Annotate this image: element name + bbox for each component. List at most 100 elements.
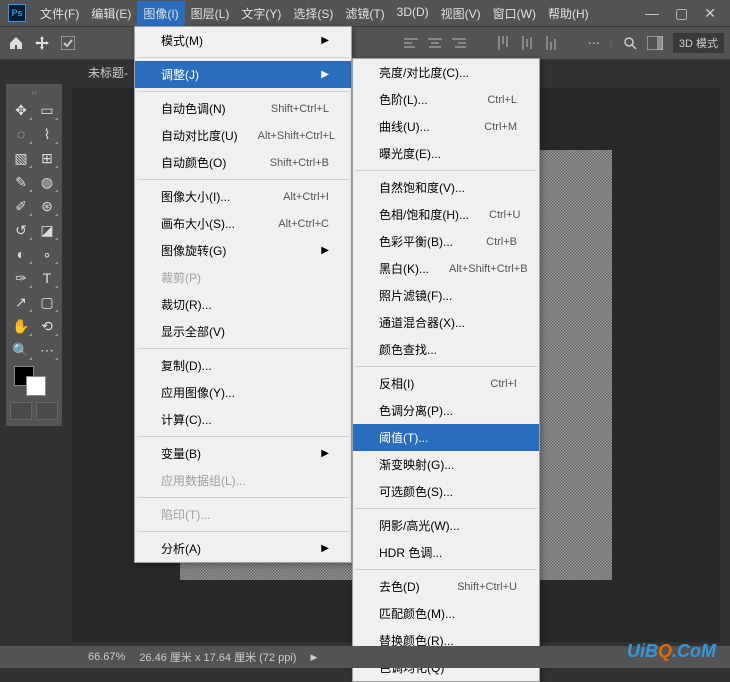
adjust-menu-item-23[interactable]: 匹配颜色(M)... [353,600,539,627]
color-swatches[interactable] [8,362,60,400]
crop-tool[interactable]: ▧ [8,146,34,170]
menu-文件[interactable]: 文件(F) [34,1,85,26]
adjust-menu-item-9[interactable]: 照片滤镜(F)... [353,282,539,309]
adjust-menu-item-16[interactable]: 渐变映射(G)... [353,451,539,478]
image-menu-item-17[interactable]: 计算(C)... [135,406,351,433]
path-tool[interactable]: ↗ [8,290,34,314]
artboard-tool[interactable]: ▭ [34,98,60,122]
align-middle-icon[interactable] [520,36,534,50]
adjust-menu-item-0[interactable]: 亮度/对比度(C)... [353,59,539,86]
eyedropper-tool[interactable]: ✎ [8,170,34,194]
gradient-tool[interactable]: ◐ [8,242,34,266]
maximize-button[interactable]: ▢ [675,5,688,22]
hand-tool[interactable]: ✋ [8,314,34,338]
lasso-tool[interactable]: ⌇ [34,122,60,146]
image-menu-item-8[interactable]: 图像大小(I)...Alt+Ctrl+I [135,183,351,210]
minimize-button[interactable]: — [645,5,659,22]
menu-滤镜[interactable]: 滤镜(T) [339,1,390,26]
menu-3d[interactable]: 3D(D) [391,1,435,26]
zoom-level[interactable]: 66.67% [88,651,125,663]
menu-选择[interactable]: 选择(S) [287,1,339,26]
image-menu-item-label: 裁剪(P) [161,269,329,286]
align-right-icon[interactable] [452,36,466,50]
adjust-menu-item-label: 通道混合器(X)... [379,314,517,331]
history-tool[interactable]: ↺ [8,218,34,242]
adjust-menu-item-1[interactable]: 色阶(L)...Ctrl+L [353,86,539,113]
patch-tool[interactable]: ◍ [34,170,60,194]
adjust-menu-item-3[interactable]: 曝光度(E)... [353,140,539,167]
quickmask-button[interactable] [10,402,32,420]
adjust-menu-item-14[interactable]: 色调分离(P)... [353,397,539,424]
menu-图层[interactable]: 图层(L) [185,1,236,26]
image-menu-item-2[interactable]: 调整(J)▶ [135,61,351,88]
adjust-menu-item-6[interactable]: 色相/饱和度(H)...Ctrl+U [353,201,539,228]
menu-文字[interactable]: 文字(Y) [235,1,287,26]
image-menu-item-0[interactable]: 模式(M)▶ [135,27,351,54]
marquee-tool[interactable]: ◌ [8,122,34,146]
image-menu-item-5[interactable]: 自动对比度(U)Alt+Shift+Ctrl+L [135,122,351,149]
adjust-menu-item-label: 匹配颜色(M)... [379,605,517,622]
image-menu-item-24[interactable]: 分析(A)▶ [135,535,351,562]
image-menu-item-19[interactable]: 变量(B)▶ [135,440,351,467]
align-left-icon[interactable] [404,36,418,50]
image-menu-item-4[interactable]: 自动色调(N)Shift+Ctrl+L [135,95,351,122]
adjust-menu-item-20[interactable]: HDR 色调... [353,539,539,566]
eraser-tool[interactable]: ◪ [34,218,60,242]
adjust-menu-separator [355,366,537,367]
pen-tool[interactable]: ✑ [8,266,34,290]
type-tool[interactable]: T [34,266,60,290]
move-tool[interactable]: ✥ [8,98,34,122]
adjust-menu-item-8[interactable]: 黑白(K)...Alt+Shift+Ctrl+B [353,255,539,282]
image-menu-item-10[interactable]: 图像旋转(G)▶ [135,237,351,264]
workspace-icon[interactable] [647,36,663,50]
rect-tool[interactable]: ▢ [34,290,60,314]
align-top-icon[interactable] [496,36,510,50]
image-menu-item-15[interactable]: 复制(D)... [135,352,351,379]
adjust-menu-item-7[interactable]: 色彩平衡(B)...Ctrl+B [353,228,539,255]
adjust-menu-item-5[interactable]: 自然饱和度(V)... [353,174,539,201]
brush-tool[interactable]: ✐ [8,194,34,218]
submenu-arrow-icon: ▶ [321,448,329,459]
adjust-menu-item-2[interactable]: 曲线(U)...Ctrl+M [353,113,539,140]
adjust-menu-item-label: 色彩平衡(B)... [379,233,466,250]
menu-图像[interactable]: 图像(I) [137,1,184,26]
screenmode-button[interactable] [36,402,58,420]
image-menu-item-16[interactable]: 应用图像(Y)... [135,379,351,406]
image-menu-item-9[interactable]: 画布大小(S)...Alt+Ctrl+C [135,210,351,237]
submenu-arrow-icon: ▶ [321,69,329,80]
document-tab[interactable]: 未标题- [88,64,128,81]
image-menu-item-6[interactable]: 自动颜色(O)Shift+Ctrl+B [135,149,351,176]
adjust-menu-item-13[interactable]: 反相(I)Ctrl+I [353,370,539,397]
move-tool-icon[interactable] [32,33,52,53]
background-swatch[interactable] [26,376,46,396]
menu-视图[interactable]: 视图(V) [435,1,487,26]
rotate-tool[interactable]: ⟲ [34,314,60,338]
blur-tool[interactable]: ∘ [34,242,60,266]
menu-编辑[interactable]: 编辑(E) [85,1,137,26]
image-menu-item-13[interactable]: 显示全部(V) [135,318,351,345]
adjust-menu-item-10[interactable]: 通道混合器(X)... [353,309,539,336]
checkbox-icon[interactable] [58,33,78,53]
search-icon[interactable] [623,36,637,50]
panel-grip-icon[interactable]: ›› [8,88,60,98]
align-center-h-icon[interactable] [428,36,442,50]
adjust-menu-item-17[interactable]: 可选颜色(S)... [353,478,539,505]
adjust-menu-item-11[interactable]: 颜色查找... [353,336,539,363]
distribute-h-icon[interactable]: ⋯ [588,36,600,50]
close-button[interactable]: ✕ [704,5,716,22]
edit-tool[interactable]: ⋯ [34,338,60,362]
zoom-tool[interactable]: 🔍 [8,338,34,362]
home-icon[interactable] [6,33,26,53]
menu-窗口[interactable]: 窗口(W) [487,1,542,26]
adjust-menu-item-22[interactable]: 去色(D)Shift+Ctrl+U [353,573,539,600]
stamp-tool[interactable]: ⊛ [34,194,60,218]
adjust-menu-item-15[interactable]: 阈值(T)... [353,424,539,451]
image-menu-item-12[interactable]: 裁切(R)... [135,291,351,318]
adjust-menu-item-19[interactable]: 阴影/高光(W)... [353,512,539,539]
adjust-menu-item-label: 色相/饱和度(H)... [379,206,469,223]
align-bottom-icon[interactable] [544,36,558,50]
3d-mode-dropdown[interactable]: 3D 模式 [673,33,724,53]
menu-帮助[interactable]: 帮助(H) [542,1,595,26]
window-controls: — ▢ ✕ [645,5,722,22]
frame-tool[interactable]: ⊞ [34,146,60,170]
